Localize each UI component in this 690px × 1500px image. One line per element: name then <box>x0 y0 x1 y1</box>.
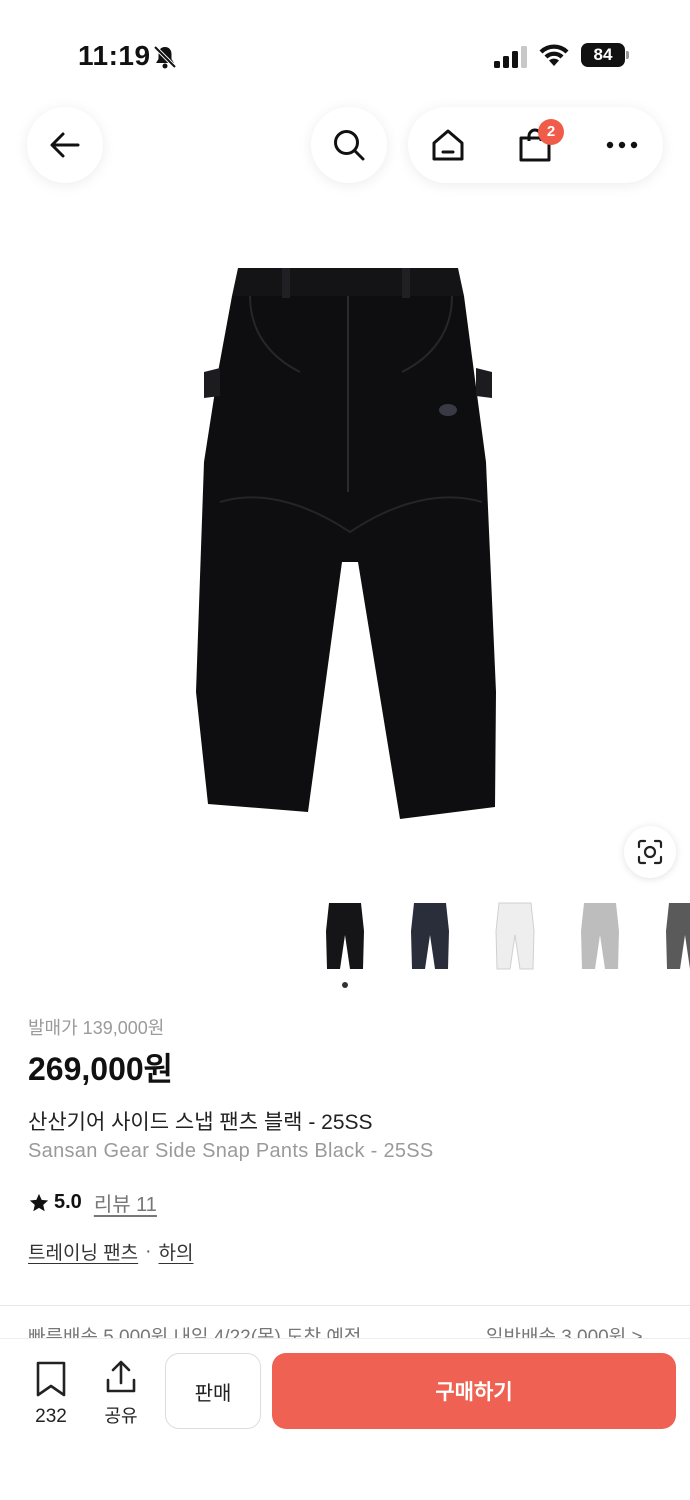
more-dots-icon <box>606 141 638 149</box>
category-breadcrumb: 트레이닝 팬츠 · 하의 <box>28 1238 193 1265</box>
thumbnail-pants-image <box>411 903 449 969</box>
thumbnail-pants-image <box>581 903 619 969</box>
thumbnail-white[interactable] <box>475 892 555 980</box>
rating-row: 5.0 리뷰 11 <box>28 1188 157 1217</box>
sell-button[interactable]: 판매 <box>165 1353 261 1429</box>
carousel-indicator <box>342 982 348 988</box>
share-icon <box>106 1360 136 1393</box>
category-separator: · <box>145 1240 152 1262</box>
bottom-action-bar: 232 공유 판매 구매하기 <box>0 1338 690 1500</box>
product-image[interactable] <box>190 262 502 824</box>
thumbnail-navy[interactable] <box>390 892 470 980</box>
thumbnail-grey[interactable] <box>560 892 640 980</box>
thumbnail-strip <box>305 892 690 980</box>
signal-icon <box>494 46 527 68</box>
star-icon <box>29 1193 49 1211</box>
category-link-training-pants[interactable]: 트레이닝 팬츠 <box>28 1238 138 1265</box>
status-bar: 11:19 84 <box>0 0 690 100</box>
image-search-button[interactable] <box>624 826 676 878</box>
more-button[interactable] <box>600 123 644 167</box>
thumbnail-charcoal[interactable] <box>645 892 690 980</box>
home-button[interactable] <box>426 123 470 167</box>
thumbnail-pants-image <box>666 903 690 969</box>
bookmark-count: 232 <box>35 1406 67 1427</box>
bookmark-button[interactable]: 232 <box>28 1361 74 1428</box>
home-icon <box>432 129 464 161</box>
thumbnail-pants-image <box>326 903 364 969</box>
category-link-bottoms[interactable]: 하의 <box>159 1238 194 1265</box>
lens-search-icon <box>637 839 663 865</box>
share-label: 공유 <box>104 1406 138 1426</box>
cart-badge: 2 <box>538 119 564 145</box>
bell-off-icon <box>153 45 177 69</box>
share-button[interactable]: 공유 <box>98 1359 144 1428</box>
buy-button[interactable]: 구매하기 <box>272 1353 676 1429</box>
status-time: 11:19 <box>78 40 151 71</box>
nav-action-group: 2 <box>408 107 663 183</box>
wifi-icon <box>539 44 569 66</box>
product-title-korean: 산산기어 사이드 스냅 팬츠 블랙 - 25SS <box>28 1111 373 1134</box>
section-divider <box>0 1305 690 1306</box>
release-price: 발매가 139,000원 <box>28 1018 165 1038</box>
arrow-left-icon <box>50 132 80 158</box>
back-button[interactable] <box>27 107 103 183</box>
thumbnail-pants-image <box>495 902 535 970</box>
thumbnail-black[interactable] <box>305 892 385 980</box>
battery-level: 84 <box>581 43 625 67</box>
bookmark-icon <box>36 1361 66 1397</box>
product-title-english: Sansan Gear Side Snap Pants Black - 25SS <box>28 1140 434 1162</box>
rating-score: 5.0 <box>54 1191 82 1213</box>
battery-indicator: 84 <box>581 43 629 67</box>
review-link[interactable]: 리뷰 11 <box>94 1188 157 1217</box>
battery-nub <box>626 51 629 59</box>
product-price: 269,000원 <box>28 1051 174 1087</box>
search-icon <box>334 130 365 161</box>
search-button[interactable] <box>311 107 387 183</box>
